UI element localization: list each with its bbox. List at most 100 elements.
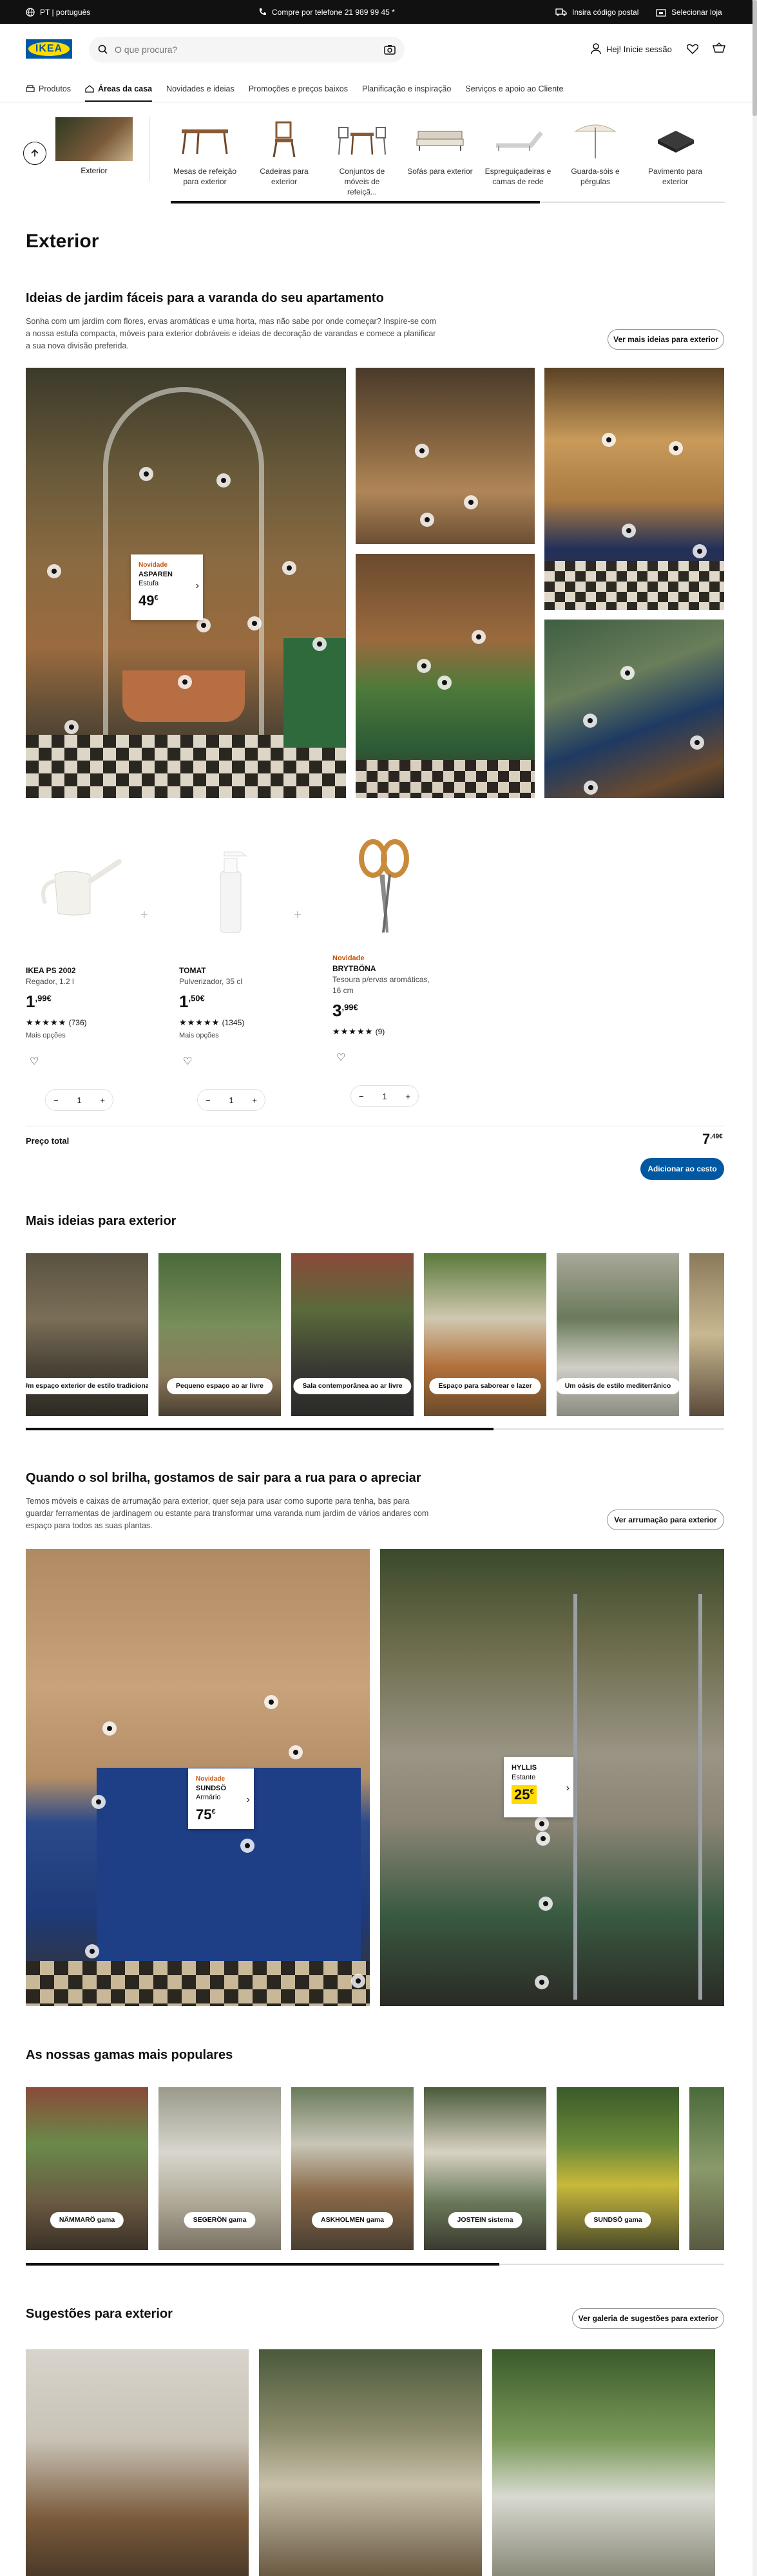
hotspot[interactable] <box>178 675 192 689</box>
hotspot[interactable] <box>216 473 231 488</box>
shelving-image[interactable]: HYLLIS Estante 25€ › <box>380 1549 724 2006</box>
hotspot[interactable] <box>690 735 704 750</box>
range-tile-nammaro[interactable]: NÄMMARÖ gama <box>26 2087 148 2250</box>
range-tile-segeron[interactable]: SEGERÖN gama <box>158 2087 281 2250</box>
hotspot[interactable] <box>47 564 61 578</box>
category-sofas[interactable]: Sofás para exterior <box>407 116 474 176</box>
hotspot[interactable] <box>693 544 707 558</box>
greenhouse-image[interactable]: Novidade ASPAREN Estufa 49€ › <box>26 368 346 798</box>
nav-products[interactable]: Produtos <box>26 76 71 102</box>
nav-news[interactable]: Novidades e ideias <box>166 76 235 102</box>
quantity-stepper[interactable]: − 1 + <box>197 1089 265 1111</box>
hotspot[interactable] <box>535 1817 549 1831</box>
nav-services[interactable]: Serviços e apoio ao Cliente <box>465 76 563 102</box>
hotspot[interactable] <box>583 714 597 728</box>
category-dining-tables[interactable]: Mesas de refeição para exterior <box>171 116 238 187</box>
ikea-logo[interactable]: IKEA <box>26 39 72 59</box>
suggestion-patio-image[interactable] <box>492 2349 715 2576</box>
product-tomat[interactable]: TOMAT Pulverizador, 35 cl 1,50€ ★★★★★ (1… <box>179 965 314 1041</box>
product-card-asparen[interactable]: Novidade ASPAREN Estufa 49€ › <box>131 554 203 620</box>
idea-tile-partial[interactable] <box>689 1253 724 1416</box>
quantity-stepper[interactable]: − 1 + <box>45 1089 113 1111</box>
nav-planning[interactable]: Planificação e inspiração <box>362 76 451 102</box>
search-input[interactable]: O que procura? <box>89 37 405 62</box>
product-ikea-ps-2002[interactable]: IKEA PS 2002 Regador, 1.2 l 1,99€ ★★★★★ … <box>26 965 161 1041</box>
range-tile-jostein[interactable]: JOSTEIN sistema <box>424 2087 546 2250</box>
hotspot[interactable] <box>669 441 683 455</box>
shelf-detail-image[interactable] <box>356 368 535 544</box>
more-options-link[interactable]: Mais opções <box>26 1031 161 1041</box>
favorite-heart-icon[interactable]: ♡ <box>183 1055 192 1068</box>
idea-tile-contemporary[interactable]: Sala contemporânea ao ar livre <box>291 1253 414 1416</box>
hotspot[interactable] <box>282 561 296 575</box>
nav-rooms[interactable]: Áreas da casa <box>85 76 153 102</box>
minus-icon[interactable]: − <box>359 1092 364 1101</box>
postal-code-link[interactable]: Insira código postal <box>555 0 638 24</box>
category-chairs[interactable]: Cadeiras para exterior <box>251 116 318 187</box>
minus-icon[interactable]: − <box>206 1095 211 1105</box>
favorite-heart-icon[interactable]: ♡ <box>336 1051 345 1064</box>
hotspot[interactable] <box>584 781 598 795</box>
hotspot[interactable] <box>464 495 478 509</box>
more-ideas-button[interactable]: Ver mais ideias para exterior <box>608 329 724 350</box>
hotspot[interactable] <box>535 1975 549 1989</box>
hotspot[interactable] <box>420 513 434 527</box>
product-image-watering-can[interactable] <box>26 836 129 939</box>
cart-icon[interactable] <box>713 43 725 54</box>
hotspot[interactable] <box>289 1745 303 1759</box>
planter-image[interactable] <box>356 554 535 798</box>
bistro-table-image[interactable] <box>544 368 724 610</box>
category-scrollbar[interactable] <box>171 201 725 204</box>
product-brytbona[interactable]: Novidade BRYTBÖNA Tesoura p/ervas aromát… <box>332 954 468 1037</box>
add-to-cart-button[interactable]: Adicionar ao cesto <box>640 1158 724 1180</box>
category-parasols[interactable]: Guarda-sóis e pérgulas <box>562 116 629 187</box>
product-image-scissors[interactable] <box>332 836 436 939</box>
more-options-link[interactable]: Mais opções <box>179 1031 314 1041</box>
product-image-sprayer[interactable] <box>179 836 282 939</box>
hotspot[interactable] <box>247 616 262 630</box>
minus-icon[interactable]: − <box>53 1095 59 1105</box>
favorite-heart-icon[interactable]: ♡ <box>30 1055 39 1068</box>
nav-offers[interactable]: Promoções e preços baixos <box>249 76 348 102</box>
hotspot[interactable] <box>602 433 616 447</box>
cabinet-image[interactable]: Novidade SUNDSÖ Armário 75€ › <box>26 1549 370 2006</box>
category-dining-sets[interactable]: Conjuntos de móveis de refeiçã... <box>329 116 396 198</box>
page-scrollbar[interactable] <box>752 0 757 2576</box>
hotspot[interactable] <box>264 1695 278 1709</box>
heart-icon[interactable] <box>687 44 698 54</box>
hotspot[interactable] <box>415 444 429 458</box>
idea-tile-leisure[interactable]: Espaço para saborear e lazer <box>424 1253 546 1416</box>
camera-icon[interactable] <box>384 44 396 55</box>
category-scroll-thumb[interactable] <box>171 201 540 204</box>
ranges-scroll-thumb[interactable] <box>26 2263 499 2266</box>
hotspot[interactable] <box>64 720 79 734</box>
language-selector[interactable]: PT | português <box>26 0 90 24</box>
plus-icon[interactable]: + <box>405 1092 410 1101</box>
product-card-hyllis[interactable]: HYLLIS Estante 25€ › <box>504 1757 573 1817</box>
hotspot[interactable] <box>417 659 431 673</box>
hotspot[interactable] <box>472 630 486 644</box>
idea-tile-small-space[interactable]: Pequeno espaço ao ar livre <box>158 1253 281 1416</box>
category-loungers[interactable]: Espreguiçadeiras e camas de rede <box>484 116 551 187</box>
hotspot[interactable] <box>85 1944 99 1958</box>
hotspot[interactable] <box>139 467 153 481</box>
jars-table-image[interactable] <box>544 620 724 798</box>
ideas-scroll-thumb[interactable] <box>26 1428 493 1430</box>
suggestion-greenhouse-image[interactable] <box>259 2349 482 2576</box>
quantity-stepper[interactable]: − 1 + <box>350 1085 419 1107</box>
hotspot[interactable] <box>196 618 211 632</box>
hotspot[interactable] <box>102 1721 117 1736</box>
current-category-image[interactable] <box>55 117 133 161</box>
ideas-scrollbar[interactable] <box>26 1428 724 1430</box>
suggestions-gallery-button[interactable]: Ver galeria de sugestões para exterior <box>572 2308 724 2329</box>
category-decking[interactable]: Pavimento para exterior <box>642 116 709 187</box>
phone-order-link[interactable]: Compre por telefone 21 989 99 45 * <box>258 0 395 24</box>
login-link[interactable]: Hej! Inicie sessão <box>591 43 672 55</box>
hotspot[interactable] <box>437 676 452 690</box>
hotspot[interactable] <box>539 1897 553 1911</box>
hotspot[interactable] <box>536 1832 550 1846</box>
page-scroll-thumb[interactable] <box>752 0 757 116</box>
range-tile-sundso[interactable]: SUNDSÖ gama <box>557 2087 679 2250</box>
hotspot[interactable] <box>622 524 636 538</box>
product-card-sundso[interactable]: Novidade SUNDSÖ Armário 75€ › <box>188 1768 254 1829</box>
